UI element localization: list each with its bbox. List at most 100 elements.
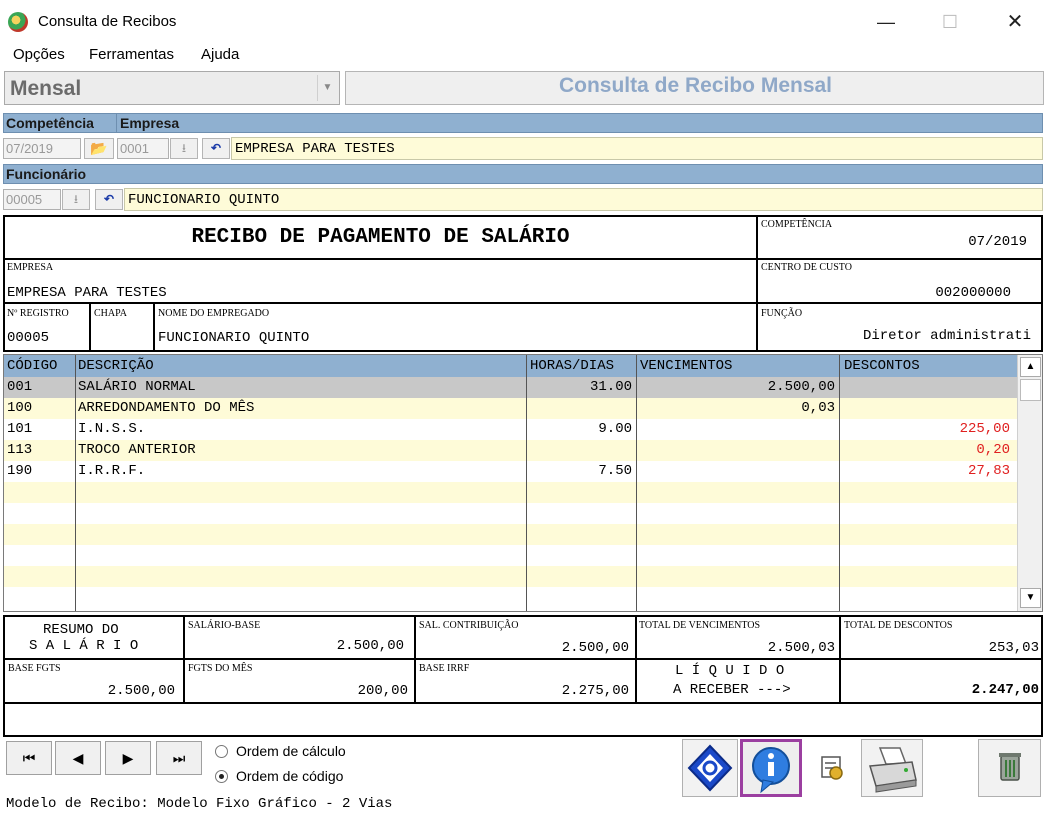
title-bar: Consulta de Recibos — ☐ ✕: [0, 0, 1053, 44]
table-row[interactable]: 113 TROCO ANTERIOR 0,20: [4, 440, 1017, 461]
competencia-label: Competência: [6, 115, 94, 131]
trash-icon: [999, 753, 1021, 781]
liquido-value: 2.247,00: [971, 682, 1039, 698]
chevron-down-icon[interactable]: ▼: [317, 75, 337, 101]
app-icon: [8, 12, 28, 32]
cell-descricao: I.R.R.F.: [78, 463, 146, 479]
col-descontos[interactable]: DESCONTOS: [844, 358, 920, 374]
table-row[interactable]: 190 I.R.R.F. 7.50 27,83: [4, 461, 1017, 482]
cell-codigo: 001: [7, 379, 33, 395]
maximize-button[interactable]: ☐: [930, 8, 970, 36]
resumo-line1: RESUMO DO: [43, 622, 119, 638]
empresa-lookup-icon[interactable]: ⭳: [170, 138, 198, 159]
minimize-button[interactable]: —: [866, 8, 906, 36]
close-button[interactable]: ✕: [995, 8, 1035, 36]
total-desc-value: 253,03: [988, 640, 1039, 656]
menu-ferramentas[interactable]: Ferramentas: [89, 46, 174, 63]
liquido-line1: L Í Q U I D O: [675, 663, 785, 679]
first-record-button[interactable]: ⏮: [6, 741, 52, 775]
empresa-label: Empresa: [120, 115, 180, 131]
receipt-title-box: RECIBO DE PAGAMENTO DE SALÁRIO: [3, 215, 758, 260]
funcionario-name-field: FUNCIONARIO QUINTO: [124, 188, 1043, 211]
cell-vencimentos: 0,03: [801, 400, 835, 416]
funcionario-undo-icon[interactable]: ↶: [95, 189, 123, 210]
scroll-up-icon[interactable]: ▲: [1020, 357, 1041, 377]
diamond-arrows-icon: [687, 744, 733, 792]
cell-descontos: 27,83: [967, 463, 1010, 479]
cell-descricao: I.N.S.S.: [78, 421, 146, 437]
funcionario-label: Funcionário: [6, 166, 87, 182]
refresh-button[interactable]: [682, 739, 738, 797]
base-fgts-caption: BASE FGTS: [8, 663, 61, 674]
col-divider: [526, 355, 527, 611]
funcao-caption: FUNÇÃO: [761, 308, 803, 319]
total-venc-box: TOTAL DE VENCIMENTOS 2.500,03: [635, 615, 841, 660]
empresa-code-field[interactable]: 0001: [117, 138, 169, 159]
scroll-down-icon[interactable]: ▼: [1020, 588, 1041, 608]
ordem-codigo-label[interactable]: Ordem de código: [236, 768, 343, 784]
centro-box: CENTRO DE CUSTO 002000000: [756, 258, 1043, 304]
info-button[interactable]: [740, 739, 802, 797]
table-row-empty: [4, 587, 1017, 608]
table-row[interactable]: 001 SALÁRIO NORMAL 31.00 2.500,00: [4, 377, 1017, 398]
printer-icon: [869, 747, 917, 793]
funcionario-lookup-icon[interactable]: ⭳: [62, 189, 90, 210]
menu-ajuda[interactable]: Ajuda: [201, 46, 239, 63]
liquido-value-box: 2.247,00: [839, 658, 1043, 704]
cell-descricao: TROCO ANTERIOR: [78, 442, 196, 458]
empresa-box: EMPRESA EMPRESA PARA TESTES: [3, 258, 758, 304]
competencia-caption: COMPETÊNCIA: [761, 219, 833, 230]
form-title: Consulta de Recibo Mensal: [558, 74, 833, 97]
funcionario-code-field[interactable]: 00005: [3, 189, 61, 210]
table-row-empty: [4, 566, 1017, 587]
menu-opcoes[interactable]: Opções: [13, 46, 65, 63]
competencia-field[interactable]: 07/2019: [3, 138, 81, 159]
salario-base-caption: SALÁRIO-BASE: [188, 620, 261, 631]
cell-vencimentos: 2.500,00: [767, 379, 835, 395]
ordem-calculo-label[interactable]: Ordem de cálculo: [236, 743, 346, 759]
fgts-mes-box: FGTS DO MÊS 200,00: [183, 658, 416, 704]
salario-base-value: 2.500,00: [336, 638, 404, 654]
resumo-box: RESUMO DO S A L Á R I O: [3, 615, 185, 660]
col-horas[interactable]: HORAS/DIAS: [530, 358, 614, 374]
competencia-empresa-header: Competência Empresa: [3, 113, 1043, 133]
base-irrf-caption: BASE IRRF: [419, 663, 470, 674]
entries-table[interactable]: CÓDIGO DESCRIÇÃO HORAS/DIAS VENCIMENTOS …: [3, 354, 1043, 612]
status-text: Modelo de Recibo: Modelo Fixo Gráfico - …: [6, 796, 393, 812]
period-select[interactable]: Mensal ▼: [4, 71, 340, 105]
radio-ordem-calculo[interactable]: [215, 745, 228, 758]
empresa-name-field: EMPRESA PARA TESTES: [231, 137, 1043, 160]
col-vencimentos[interactable]: VENCIMENTOS: [640, 358, 732, 374]
table-row[interactable]: 101 I.N.S.S. 9.00 225,00: [4, 419, 1017, 440]
chapa-box: CHAPA: [89, 302, 155, 352]
receipt-centro: 002000000: [935, 285, 1011, 301]
last-record-button[interactable]: ⏭: [156, 741, 202, 775]
next-record-button[interactable]: ▶: [105, 741, 151, 775]
receipt-registro: 00005: [7, 330, 50, 346]
cell-descricao: SALÁRIO NORMAL: [78, 379, 196, 395]
table-scrollbar[interactable]: ▲ ▼: [1017, 355, 1042, 611]
cell-horas: 9.00: [598, 421, 632, 437]
folder-icon[interactable]: 📂: [84, 138, 114, 159]
col-divider: [75, 355, 76, 611]
col-descricao[interactable]: DESCRIÇÃO: [78, 358, 154, 374]
registro-caption: Nº REGISTRO: [7, 308, 69, 319]
sal-contrib-box: SAL. CONTRIBUIÇÃO 2.500,00: [414, 615, 637, 660]
delete-button[interactable]: [978, 739, 1041, 797]
export-button[interactable]: [806, 739, 858, 797]
table-row[interactable]: 100 ARREDONDAMENTO DO MÊS 0,03: [4, 398, 1017, 419]
col-codigo[interactable]: CÓDIGO: [7, 358, 57, 374]
radio-ordem-codigo[interactable]: [215, 770, 228, 783]
prev-record-button[interactable]: ◀: [55, 741, 101, 775]
cell-codigo: 101: [7, 421, 33, 437]
base-irrf-value: 2.275,00: [561, 683, 629, 699]
liquido-label-box: L Í Q U I D O A RECEBER --->: [635, 658, 841, 704]
form-title-box: Consulta de Recibo Mensal: [345, 71, 1044, 105]
empresa-undo-icon[interactable]: ↶: [202, 138, 230, 159]
print-button[interactable]: [861, 739, 923, 797]
window-title: Consulta de Recibos: [38, 13, 177, 30]
cell-horas: 7.50: [598, 463, 632, 479]
funcionario-header: Funcionário: [3, 164, 1043, 184]
fgts-mes-value: 200,00: [357, 683, 408, 699]
scroll-thumb[interactable]: [1020, 379, 1041, 401]
